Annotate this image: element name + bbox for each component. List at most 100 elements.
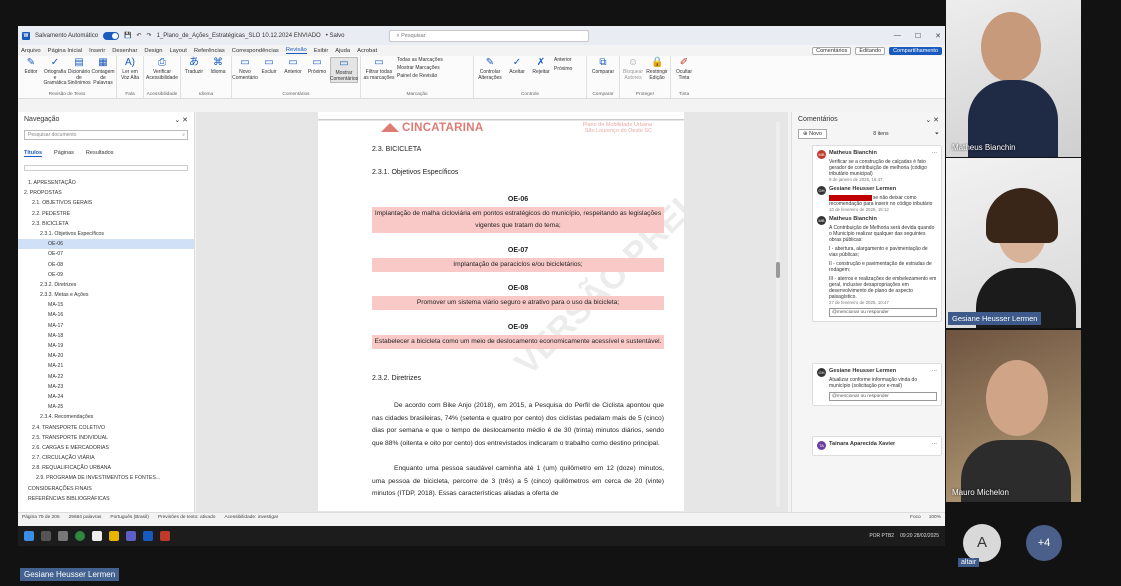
nav-heading-item[interactable]: MA-23	[18, 382, 194, 392]
menu-pagina-inicial[interactable]: Página Inicial	[48, 48, 82, 54]
nav-heading-item[interactable]: MA-20	[18, 351, 194, 361]
menu-revisao[interactable]: Revisão	[285, 47, 307, 54]
nav-heading-item[interactable]: CONSIDERAÇÕES FINAIS	[18, 484, 194, 494]
menu-acrobat[interactable]: Acrobat	[357, 48, 377, 54]
word-icon[interactable]	[143, 531, 153, 541]
comments-button[interactable]: Comentários	[812, 46, 852, 55]
nav-heading-item[interactable]: REFERÊNCIAS BIBLIOGRÁFICAS	[18, 494, 194, 504]
redo-icon[interactable]: ↷	[147, 32, 152, 39]
delete-comment-button[interactable]: ▭ Excluir	[258, 57, 280, 83]
thesaurus-button[interactable]: ▤ Dicionário de Sinônimos	[67, 57, 90, 87]
vertical-scrollbar[interactable]	[776, 122, 780, 507]
nav-heading-item[interactable]: MA-19	[18, 341, 194, 351]
nav-heading-item[interactable]: 2.7. CIRCULAÇÃO VIÁRIA	[18, 453, 194, 463]
navigation-search-input[interactable]: Pesquisar documento ⌕	[24, 130, 188, 140]
nav-heading-item[interactable]: MA-16	[18, 310, 194, 320]
share-button[interactable]: Compartilhamento	[889, 46, 942, 55]
task-view-icon[interactable]	[58, 531, 68, 541]
nav-heading-item[interactable]: 1. APRESENTAÇÃO	[18, 178, 194, 188]
next-comment-button[interactable]: ▭ Próximo	[306, 57, 328, 83]
track-changes-button[interactable]: ✎ Controlar Alterações	[476, 57, 504, 81]
autosave-toggle[interactable]	[103, 31, 120, 40]
participant-avatar[interactable]: A	[963, 524, 1001, 562]
save-icon[interactable]: 💾	[124, 32, 131, 39]
nav-heading-item[interactable]: 2.3. BICICLETA	[18, 219, 194, 229]
nav-heading-item[interactable]: 2. PROPOSTAS	[18, 188, 194, 198]
folder-icon[interactable]	[109, 531, 119, 541]
document-title[interactable]: 1_Plano_de_Ações_Estratégicas_SLO 10.12.…	[157, 33, 321, 39]
previous-comment-button[interactable]: ▭ Anterior	[282, 57, 304, 83]
tab-resultados[interactable]: Resultados	[86, 150, 114, 157]
close-icon[interactable]: ⌄ ✕	[174, 116, 188, 124]
search-box[interactable]: ⌕ Pesquisar	[389, 29, 590, 42]
tab-paginas[interactable]: Páginas	[54, 150, 74, 157]
close-icon[interactable]: ✕	[935, 32, 941, 40]
close-icon[interactable]: ⌄ ✕	[925, 116, 939, 124]
menu-design[interactable]: Design	[144, 48, 162, 54]
nav-heading-item[interactable]: MA-21	[18, 361, 194, 371]
accept-button[interactable]: ✓ Aceitar	[506, 57, 528, 81]
nav-heading-item[interactable]: MA-15	[18, 300, 194, 310]
nav-heading-item[interactable]: MA-18	[18, 331, 194, 341]
previous-change-button[interactable]: Anterior	[554, 57, 584, 64]
compare-button[interactable]: ⧉ Comparar	[589, 57, 617, 76]
scrollbar-thumb[interactable]	[776, 262, 780, 278]
restrict-editing-button[interactable]: 🔒 Restringir Edição	[646, 57, 668, 81]
menu-arquivo[interactable]: Arquivo	[21, 48, 41, 54]
navigation-collapse-bar[interactable]	[24, 165, 188, 171]
nav-heading-item[interactable]: 2.4. TRANSPORTE COLETIVO	[18, 423, 194, 433]
spelling-button[interactable]: ✓ Ortografia e Gramática	[43, 57, 66, 87]
nav-heading-item[interactable]: OE-06	[18, 239, 194, 250]
nav-heading-item[interactable]: 2.1. OBJETIVOS GERAIS	[18, 198, 194, 208]
next-change-button[interactable]: Próximo	[554, 66, 584, 73]
reply-input[interactable]: @mencionar ou responder	[829, 392, 937, 401]
nav-heading-item[interactable]: MA-22	[18, 372, 194, 382]
nav-heading-item[interactable]: 2.3.2. Diretrizes	[18, 280, 194, 290]
windows-start-icon[interactable]	[24, 531, 34, 541]
acrobat-icon[interactable]	[160, 531, 170, 541]
language-indicator[interactable]: POR PTB2	[869, 533, 894, 539]
chrome-icon[interactable]	[75, 531, 85, 541]
more-options-icon[interactable]: ···	[932, 150, 937, 156]
comment-thread[interactable]: MB Matheus Bianchin ··· Verificar se a con…	[812, 145, 942, 322]
menu-referencias[interactable]: Referências	[194, 48, 225, 54]
nav-heading-item[interactable]: OE-09	[18, 270, 194, 280]
nav-heading-item[interactable]: 2.3.4. Recomendações	[18, 412, 194, 422]
page-count[interactable]: Página 79 de 206	[22, 515, 60, 520]
new-comment-button[interactable]: ▭ Novo Comentário	[232, 57, 258, 83]
nav-heading-item[interactable]: 2.5. TRANSPORTE INDIVIDUAL	[18, 433, 194, 443]
nav-heading-item[interactable]: 2.2. PEDESTRE	[18, 209, 194, 219]
language-status[interactable]: Português (Brasil)	[110, 515, 148, 520]
focus-button[interactable]: Foco	[910, 515, 921, 520]
word-count[interactable]: 29684 palavras	[69, 515, 102, 520]
menu-ajuda[interactable]: Ajuda	[335, 48, 350, 54]
menu-correspondencias[interactable]: Correspondências	[232, 48, 279, 54]
more-options-icon[interactable]: ···	[932, 441, 937, 447]
nav-heading-item[interactable]: MA-17	[18, 321, 194, 331]
menu-inserir[interactable]: Inserir	[89, 48, 105, 54]
block-authors-button[interactable]: ☺ Bloquear Autores	[622, 57, 644, 81]
tab-titulos[interactable]: Títulos	[24, 150, 43, 157]
reply-input[interactable]: @mencionar ou responder	[829, 308, 937, 317]
nav-heading-item[interactable]: 2.6. CARGAS E MERCADORIAS	[18, 443, 194, 453]
video-tile[interactable]	[946, 158, 1081, 328]
text-predictions-status[interactable]: Previsões de texto: ativado	[158, 515, 216, 520]
document-page[interactable]: VERSÃO PRELIMINAR CINCATARINA Plano de M…	[318, 121, 684, 511]
read-aloud-button[interactable]: A) Ler em Voz Alta	[119, 57, 141, 81]
check-accessibility-button[interactable]: ⎙ Verificar Acessibilidade	[146, 57, 178, 81]
all-markup-select[interactable]: Todas as Marcações	[397, 57, 471, 64]
nav-heading-item[interactable]: 2.3.3. Metas e Ações	[18, 290, 194, 300]
nav-heading-item[interactable]: MA-25	[18, 402, 194, 412]
file-icon[interactable]	[92, 531, 102, 541]
maximize-icon[interactable]: ☐	[915, 32, 921, 40]
zoom-level[interactable]: 100%	[929, 515, 941, 520]
nav-heading-item[interactable]: OE-08	[18, 260, 194, 270]
more-participants-button[interactable]: +4	[1026, 525, 1062, 561]
minimize-icon[interactable]: —	[894, 32, 901, 40]
new-comment-button[interactable]: ⊕ Novo	[798, 129, 827, 139]
search-icon[interactable]	[41, 531, 51, 541]
more-options-icon[interactable]: ···	[932, 368, 937, 374]
show-comments-button[interactable]: ▭ Mostrar Comentários	[330, 57, 358, 83]
show-markup-button[interactable]: Mostrar Marcações	[397, 65, 471, 72]
filter-markup-button[interactable]: ▭ Filtrar todas as marcações	[363, 57, 395, 81]
